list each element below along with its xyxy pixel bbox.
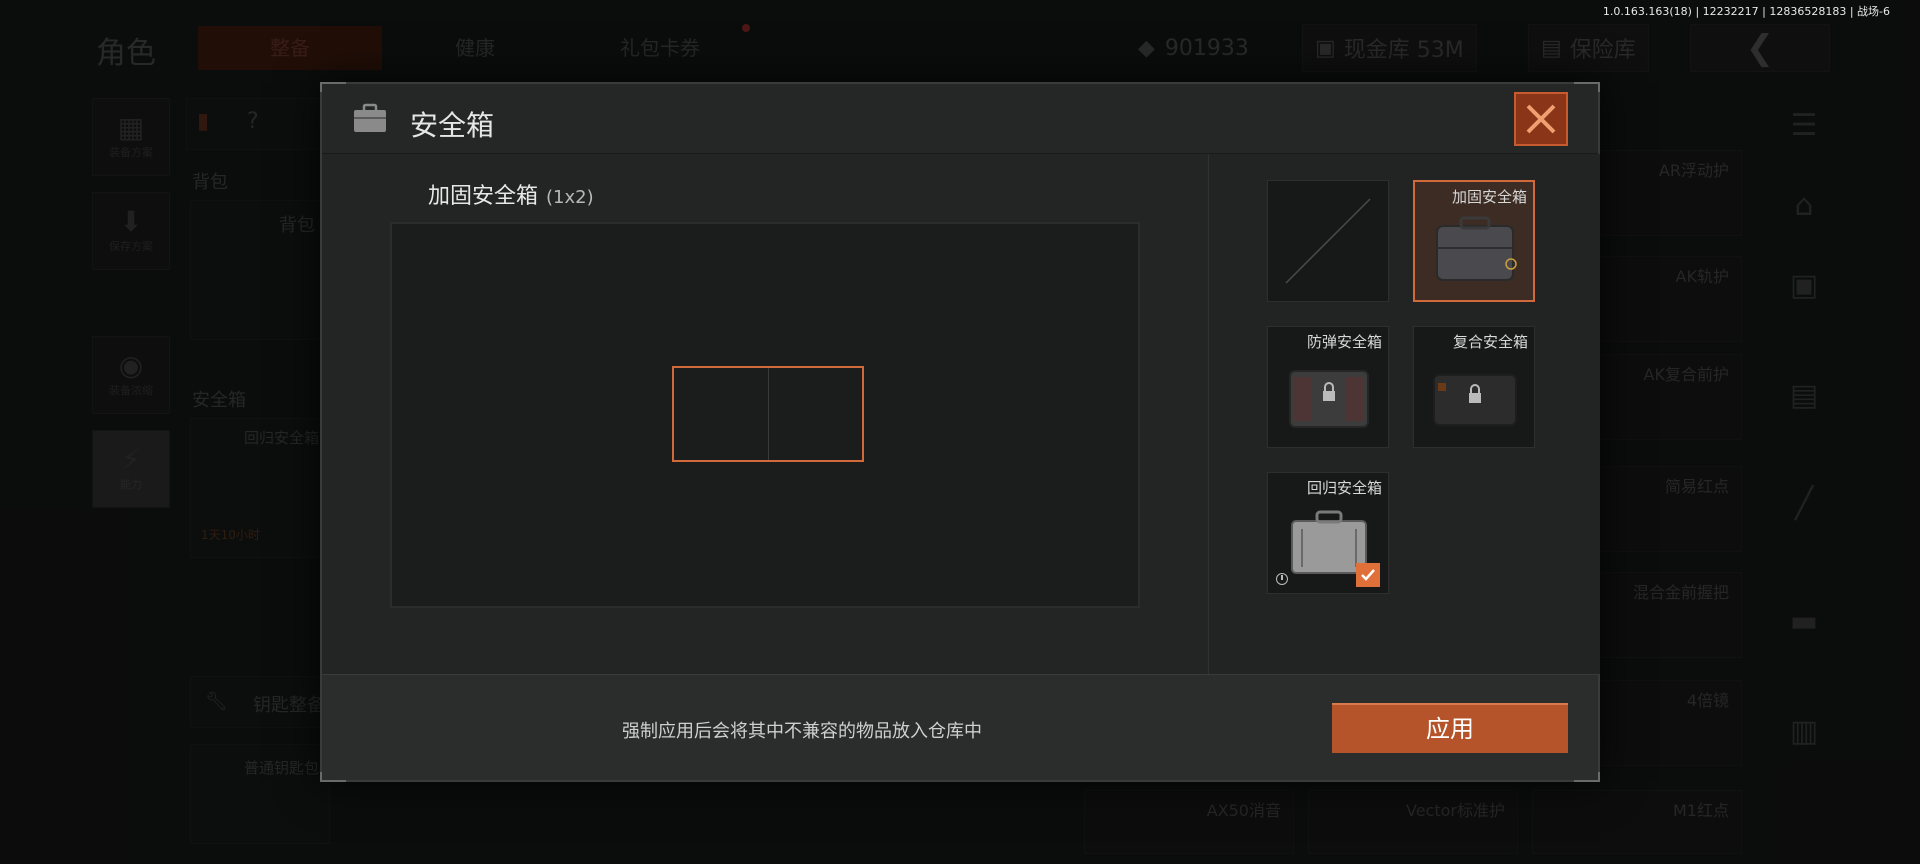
bg-side-plan-label: 装备方案 [109, 146, 153, 159]
bg-side-gear-label: 装备浓缩 [109, 384, 153, 397]
bg-back-button: ❮ [1690, 24, 1830, 72]
bg-side-ability: ⚡ 能力 [92, 430, 170, 508]
bg-key-header: 🔧︎ 钥匙整备 [190, 676, 330, 728]
bg-currency: ◆ 901933 [1124, 24, 1263, 72]
bg-insurance-icon: ▤ [1541, 35, 1562, 61]
bg-lightning-icon: ⚡ [121, 443, 141, 476]
case-slot-grid [672, 366, 864, 462]
bg-page-title: 角色 [96, 36, 156, 71]
case-card-label: 加固安全箱 [1451, 188, 1527, 206]
bg-box-icon: ▤ [1789, 378, 1819, 413]
bg-safebox-slot: 回归安全箱 1天10小时 [190, 418, 330, 558]
bg-key-item: 普通钥匙包 [243, 759, 319, 777]
case-name-heading: 加固安全箱 (1x2) [428, 178, 594, 210]
case-card-bulletproof[interactable]: 防弹安全箱 [1267, 326, 1389, 448]
case-card-label: 回归安全箱 [1306, 479, 1382, 497]
case-card-label: 防弹安全箱 [1306, 333, 1382, 351]
bg-notification-dot [742, 24, 750, 32]
bg-side-plan: ▦ 装备方案 [92, 98, 170, 176]
bg-bottom-item-2: Vector标准护 [1308, 790, 1518, 854]
bg-safebox-timer: 1天10小时 [201, 528, 260, 542]
bg-backpack-label: 背包 [192, 172, 228, 193]
case-preview-panel: 加固安全箱 (1x2) [322, 154, 1206, 674]
bg-safebox-label: 安全箱 [192, 390, 246, 411]
bg-bag-icon: ▮ [197, 109, 210, 134]
bg-wrench-icon: ╱ [1794, 486, 1814, 521]
bg-backpack-slot: 背包 [190, 200, 330, 340]
bg-cash-vault: ▣ 现金库 53M [1288, 24, 1491, 72]
bg-bag-header: ▮ ? [186, 98, 326, 150]
dialog-footer: 强制应用后会将其中不兼容的物品放入仓库中 应用 [322, 674, 1598, 780]
bg-currency-value: 901933 [1164, 35, 1249, 61]
bg-tab-health: 健康 [455, 36, 495, 60]
safebox-dialog: 安全箱 加固安全箱 (1x2) 加固安全箱 防弹安全箱 复合安全箱 回归安全箱 … [320, 82, 1600, 782]
bg-tab-gifts: 礼包卡券 [620, 36, 700, 60]
dialog-header: 安全箱 [322, 84, 1598, 154]
close-button[interactable] [1514, 92, 1568, 146]
bg-cash-icon: ▣ [1315, 35, 1336, 61]
reinforced-case-icon [1436, 216, 1517, 281]
bg-home-icon: ⌂ [1794, 188, 1814, 223]
bg-key-slot: 普通钥匙包 [190, 744, 330, 844]
bg-cash-label: 现金库 53M [1343, 38, 1464, 63]
case-card-return[interactable]: 回归安全箱 [1267, 472, 1389, 594]
case-selection-panel: 加固安全箱 防弹安全箱 复合安全箱 回归安全箱 [1208, 154, 1600, 674]
composite-case-icon [1433, 374, 1517, 426]
bg-helmet-icon: ◉ [118, 349, 144, 382]
equipped-check-icon [1356, 563, 1380, 587]
bg-insurance-label: 保险库 [1569, 38, 1636, 63]
case-size: (1x2) [546, 187, 594, 208]
bg-side-ability-label: 能力 [120, 478, 142, 491]
bg-currency-icon: ◆ [1138, 35, 1155, 61]
timer-icon [1276, 573, 1288, 585]
bg-gun-icon: ▬ [1789, 604, 1819, 639]
case-name: 加固安全箱 [428, 184, 539, 209]
bg-pouch-icon: ▥ [1789, 714, 1819, 749]
bg-side-save-label: 保存方案 [109, 240, 153, 253]
bg-tab-loadout: 整备 [198, 26, 382, 70]
bg-bag-side-icon: ▣ [1789, 268, 1819, 303]
bg-key-label: 钥匙整备 [253, 695, 325, 716]
bg-bottom-item-1: AX50消音 [1084, 790, 1294, 854]
bg-safebox-item: 回归安全箱 [243, 429, 319, 447]
briefcase-icon [354, 103, 386, 132]
bulletproof-case-icon [1289, 370, 1369, 428]
bg-download-icon: ⬇ [119, 205, 143, 238]
bg-insurance: ▤ 保险库 [1514, 24, 1663, 72]
case-card-composite[interactable]: 复合安全箱 [1413, 326, 1535, 448]
case-grid-area [390, 222, 1140, 608]
case-card-label: 复合安全箱 [1452, 333, 1528, 351]
version-info: 1.0.163.163(18) | 12232217 | 12836528183… [1602, 5, 1890, 18]
bg-backpack-icon: ▦ [117, 111, 145, 144]
bg-help-icon: ? [247, 109, 259, 134]
empty-slot-icon [1285, 198, 1371, 284]
bg-bottom-item-3: M1红点 [1532, 790, 1742, 854]
dialog-title: 安全箱 [410, 109, 495, 142]
apply-button[interactable]: 应用 [1332, 703, 1568, 753]
case-card-empty[interactable] [1267, 180, 1389, 302]
case-card-reinforced[interactable]: 加固安全箱 [1413, 180, 1535, 302]
bg-backpack-inner-label: 背包 [279, 215, 315, 236]
bg-key-icon: 🔧︎ [205, 691, 228, 712]
bg-layers-icon: ☰ [1790, 108, 1818, 143]
slot-divider [768, 368, 769, 460]
bg-side-save: ⬇ 保存方案 [92, 192, 170, 270]
close-icon [1526, 104, 1556, 134]
warning-text: 强制应用后会将其中不兼容的物品放入仓库中 [622, 721, 982, 742]
bg-side-gear: ◉ 装备浓缩 [92, 336, 170, 414]
